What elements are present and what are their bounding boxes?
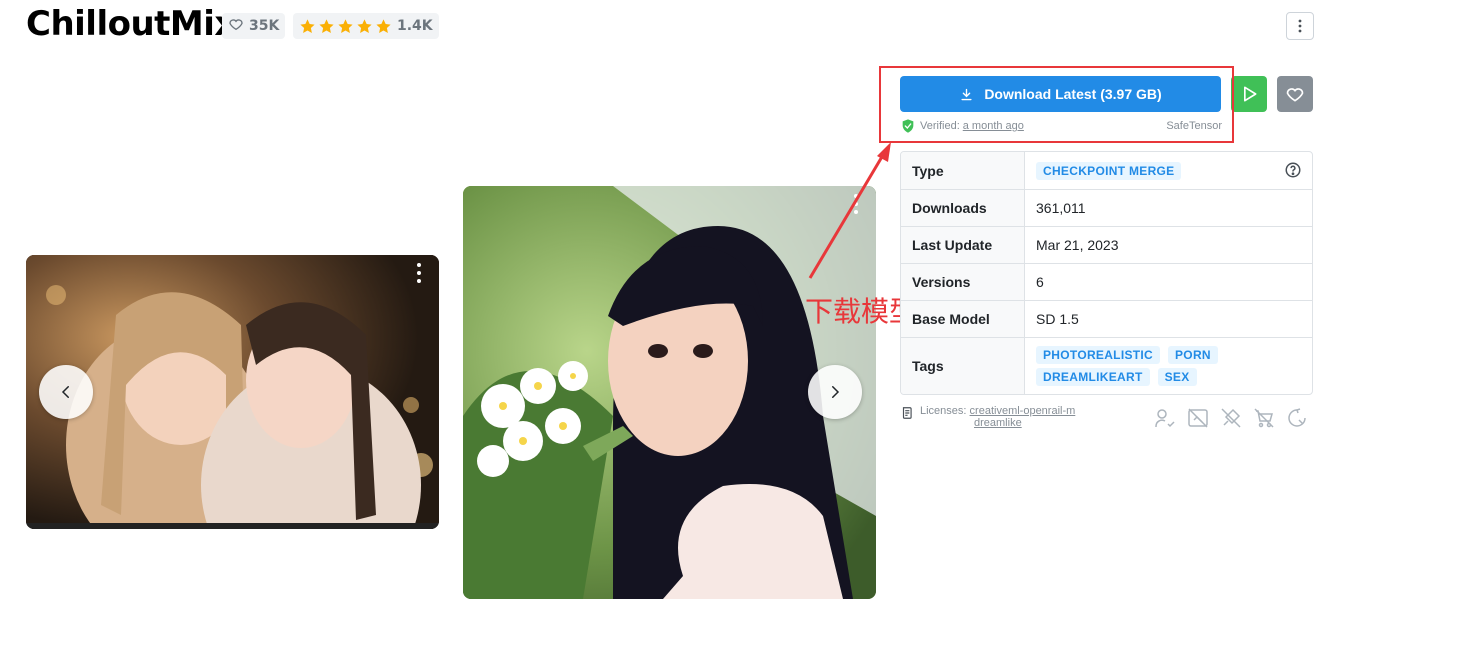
model-details-table: Type CHECKPOINT MERGE Downloads 361,011 … — [900, 151, 1313, 395]
star-icon — [376, 18, 391, 33]
star-icon — [357, 18, 372, 33]
detail-row-type: Type CHECKPOINT MERGE — [901, 152, 1312, 189]
scroll-icon — [902, 407, 912, 419]
license-link[interactable]: creativeml-openrail-m — [970, 405, 1076, 417]
favorite-button[interactable] — [1277, 76, 1313, 112]
detail-row-versions: Versions 6 — [901, 263, 1312, 300]
carousel-prev-button[interactable] — [39, 365, 93, 419]
no-image-sell-icon[interactable] — [1186, 406, 1210, 430]
permission-icons — [1153, 406, 1309, 430]
run-button[interactable] — [1231, 76, 1267, 112]
detail-value: CHECKPOINT MERGE — [1025, 152, 1312, 189]
detail-row-base-model: Base Model SD 1.5 — [901, 300, 1312, 337]
license-link[interactable]: dreamlike — [974, 417, 1022, 429]
chevron-left-icon — [61, 386, 69, 398]
detail-value: PHOTOREALISTIC PORN DREAMLIKEART SEX — [1025, 338, 1312, 394]
like-count-badge[interactable]: 35K — [222, 13, 286, 39]
tag-list: PHOTOREALISTIC PORN DREAMLIKEART SEX — [1036, 338, 1301, 394]
star-icon — [300, 18, 315, 33]
detail-key: Last Update — [901, 227, 1025, 263]
heart-icon — [228, 16, 244, 36]
no-rent-icon[interactable] — [1219, 406, 1243, 430]
license-label: Licenses: — [920, 405, 967, 417]
help-circle-icon[interactable] — [1284, 161, 1302, 179]
detail-key: Versions — [901, 264, 1025, 300]
detail-value: 6 — [1036, 274, 1044, 290]
no-merge-icon[interactable] — [1285, 406, 1309, 430]
rating-stars — [299, 18, 392, 35]
tag-chip[interactable]: DREAMLIKEART — [1036, 368, 1150, 386]
type-badge: CHECKPOINT MERGE — [1036, 161, 1182, 180]
like-count: 35K — [249, 18, 280, 34]
carousel-next-button[interactable] — [808, 365, 862, 419]
heart-icon — [1286, 88, 1304, 102]
image-menu-icon[interactable] — [415, 263, 423, 283]
detail-value: Mar 21, 2023 — [1036, 237, 1119, 253]
star-icon — [319, 18, 334, 33]
detail-row-downloads: Downloads 361,011 — [901, 189, 1312, 226]
tag-chip[interactable]: PORN — [1168, 346, 1218, 364]
license-links: Licenses: creativeml-openrail-m dreamlik… — [920, 405, 1075, 429]
detail-key: Type — [901, 152, 1025, 189]
user-check-icon[interactable] — [1153, 406, 1177, 430]
license-row: Licenses: creativeml-openrail-m dreamlik… — [900, 405, 1075, 429]
tag-chip[interactable]: SEX — [1157, 368, 1197, 386]
more-options-button[interactable] — [1286, 12, 1314, 40]
annotation-arrow — [808, 142, 891, 279]
star-icon — [338, 18, 353, 33]
detail-key: Tags — [901, 338, 1025, 394]
detail-row-tags: Tags PHOTOREALISTIC PORN DREAMLIKEART SE… — [901, 337, 1312, 394]
model-title: ChilloutMix — [26, 4, 236, 44]
detail-key: Base Model — [901, 301, 1025, 337]
rating-badge[interactable]: 1.4K — [293, 13, 439, 39]
detail-value: SD 1.5 — [1036, 311, 1079, 327]
tag-chip[interactable]: PHOTOREALISTIC — [1036, 346, 1160, 364]
detail-value: 361,011 — [1036, 200, 1086, 216]
detail-key: Downloads — [901, 190, 1025, 226]
play-icon — [1244, 86, 1257, 102]
detail-row-last-update: Last Update Mar 21, 2023 — [901, 226, 1312, 263]
chevron-right-icon — [832, 386, 840, 398]
vertical-dots-icon — [1298, 19, 1302, 33]
download-highlight-box — [879, 66, 1234, 143]
rating-count: 1.4K — [397, 18, 433, 34]
no-sell-icon[interactable] — [1252, 406, 1276, 430]
